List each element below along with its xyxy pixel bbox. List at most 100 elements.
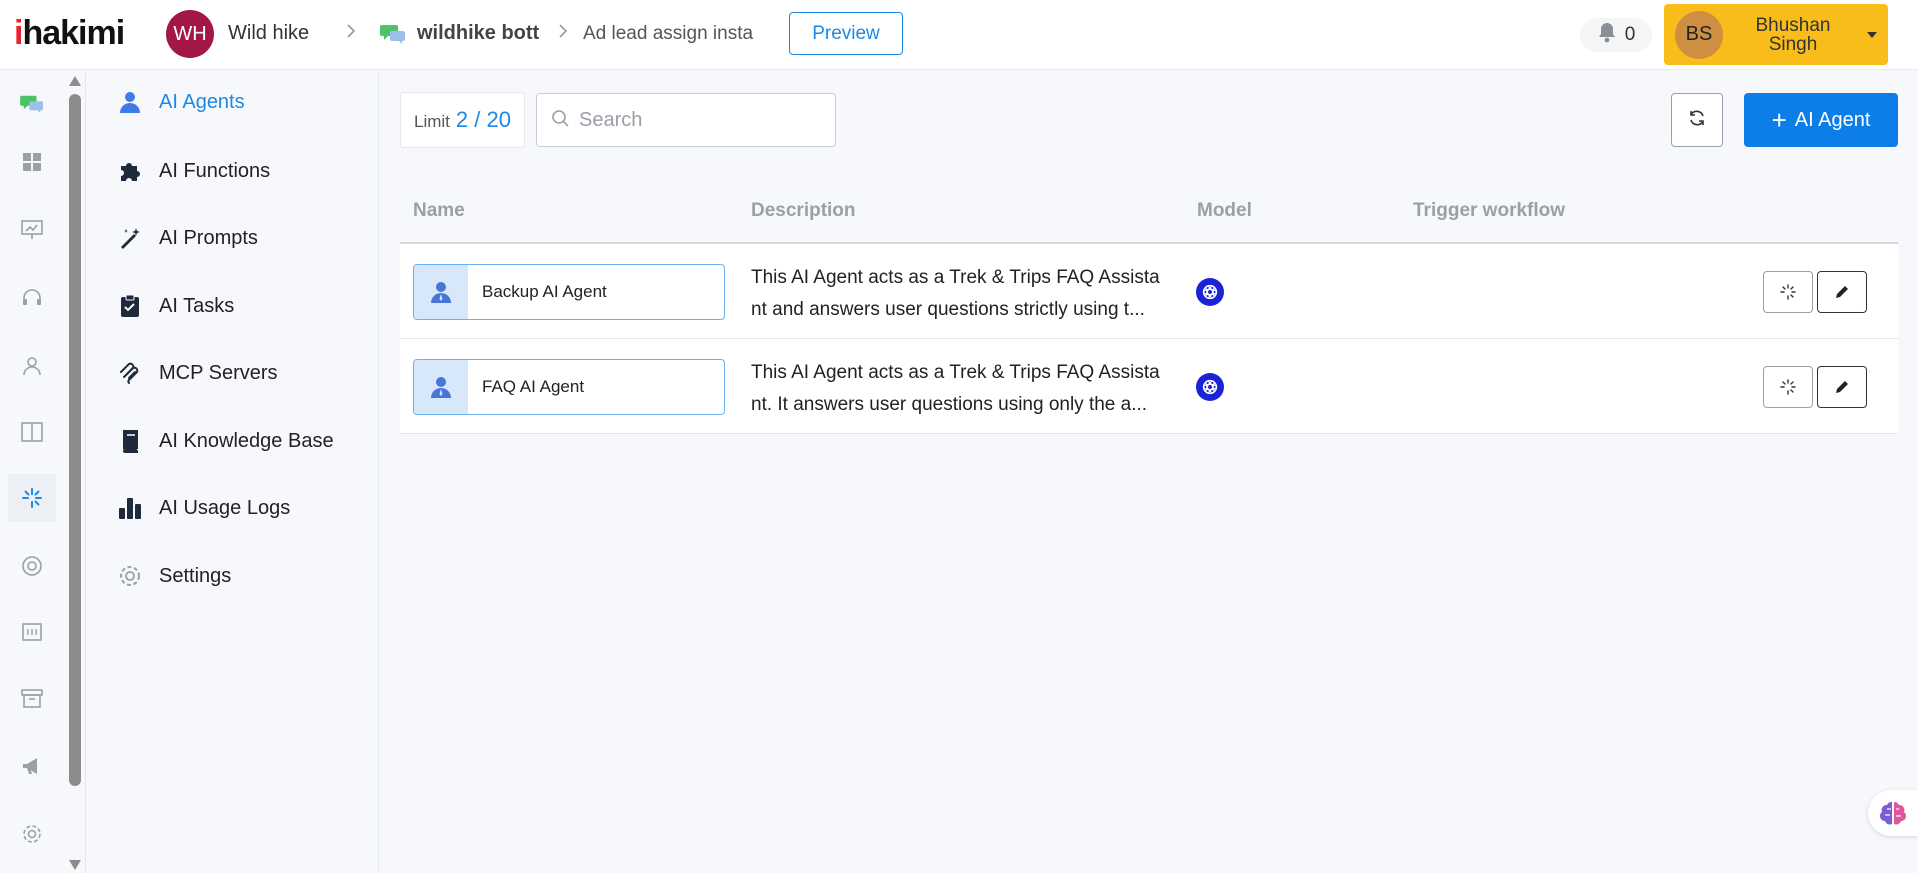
rail-scrollbar[interactable]	[64, 70, 86, 873]
clipboard-icon	[117, 293, 143, 319]
bar-chart-icon	[117, 495, 143, 521]
refresh-button[interactable]	[1671, 93, 1723, 147]
pencil-icon	[1836, 286, 1848, 298]
loader-icon	[1780, 284, 1796, 300]
user-menu[interactable]: BS Bhushan Singh	[1664, 4, 1888, 65]
form-icon[interactable]	[8, 608, 56, 656]
logo-text: hakimi	[22, 14, 125, 52]
add-ai-agent-button[interactable]: + AI Agent	[1744, 93, 1898, 147]
headset-icon[interactable]	[8, 274, 56, 322]
agent-avatar-icon	[414, 265, 468, 319]
subnav-item-ai-agents[interactable]: AI Agents	[117, 87, 245, 117]
limit-label: Limit	[414, 111, 450, 131]
search-input[interactable]	[579, 108, 819, 132]
subnav-item-ai-knowledge-base[interactable]: AI Knowledge Base	[117, 426, 334, 456]
search-box[interactable]	[536, 93, 836, 147]
table-row: FAQ AI Agent This AI Agent acts as a Tre…	[400, 339, 1898, 434]
preview-button[interactable]: Preview	[789, 12, 903, 55]
agent-name-chip[interactable]: FAQ AI Agent	[413, 359, 725, 415]
chat-bubbles-icon[interactable]	[8, 80, 56, 128]
columns-icon[interactable]	[8, 408, 56, 456]
agents-table: Name Description Model Trigger workflow …	[400, 178, 1898, 434]
subnav-label: Settings	[159, 564, 232, 587]
agent-name-chip[interactable]: Backup AI Agent	[413, 264, 725, 320]
puzzle-icon	[117, 158, 143, 184]
limit-value: 2 / 20	[455, 107, 511, 132]
lifebuoy-icon[interactable]	[8, 542, 56, 590]
openai-icon	[1196, 278, 1224, 306]
icon-rail	[0, 70, 64, 873]
agent-description: This AI Agent acts as a Trek & Trips FAQ…	[751, 262, 1161, 326]
logo[interactable]: ihakimi	[14, 14, 125, 53]
scroll-down-arrow-icon[interactable]	[69, 860, 81, 870]
gear-icon	[117, 563, 143, 589]
flow-name[interactable]: Ad lead assign insta	[583, 23, 753, 45]
presentation-icon[interactable]	[8, 206, 56, 254]
contacts-icon[interactable]	[8, 342, 56, 390]
settings-icon[interactable]	[8, 810, 56, 858]
agent-limit-badge: Limit 2 / 20	[400, 92, 525, 148]
add-ai-agent-label: AI Agent	[1794, 108, 1871, 131]
plus-icon: +	[1771, 105, 1787, 135]
subnav-label: AI Knowledge Base	[159, 429, 334, 452]
bot-name[interactable]: wildhike bott	[417, 22, 539, 45]
notification-count: 0	[1624, 24, 1636, 45]
breadcrumb-chevron-icon	[557, 22, 569, 45]
mcp-icon	[117, 360, 143, 386]
column-header-description[interactable]: Description	[751, 200, 856, 222]
top-header: ihakimi WH Wild hike wildhike bott Ad le…	[0, 0, 1918, 70]
subnav-label: AI Prompts	[159, 226, 258, 249]
breadcrumb-chevron-icon	[345, 22, 357, 45]
openai-icon	[1196, 373, 1224, 401]
subnav-item-ai-usage-logs[interactable]: AI Usage Logs	[117, 493, 290, 523]
table-row: Backup AI Agent This AI Agent acts as a …	[400, 244, 1898, 339]
subnav-label: MCP Servers	[159, 361, 278, 384]
agent-icon	[117, 89, 143, 115]
archive-icon[interactable]	[8, 674, 56, 722]
column-header-name[interactable]: Name	[413, 200, 465, 222]
agent-name: Backup AI Agent	[482, 282, 607, 301]
refresh-icon	[1688, 109, 1706, 132]
pencil-icon	[1836, 381, 1848, 393]
agent-status-button[interactable]	[1763, 366, 1813, 408]
subnav-item-settings[interactable]: Settings	[117, 561, 231, 591]
notifications-button[interactable]: 0	[1580, 18, 1652, 52]
caret-down-icon	[1867, 31, 1877, 38]
agent-status-button[interactable]	[1763, 271, 1813, 313]
column-header-trigger-workflow[interactable]: Trigger workflow	[1413, 200, 1565, 222]
edit-agent-button[interactable]	[1817, 366, 1867, 408]
subnav-label: AI Usage Logs	[159, 496, 291, 519]
subnav-item-ai-functions[interactable]: AI Functions	[117, 156, 270, 186]
edit-agent-button[interactable]	[1817, 271, 1867, 313]
agent-name: FAQ AI Agent	[482, 377, 585, 396]
description-line: This AI Agent acts as a Trek & Trips FAQ…	[751, 267, 1160, 288]
description-line: This AI Agent acts as a Trek & Trips FAQ…	[751, 362, 1160, 383]
agent-avatar-icon	[414, 360, 468, 414]
subnav-item-ai-tasks[interactable]: AI Tasks	[117, 291, 234, 321]
search-icon	[551, 109, 569, 132]
ai-sidebar: AI Agents AI Functions AI Prompts AI Tas…	[87, 70, 379, 873]
subnav-label: AI Agents	[159, 90, 245, 113]
book-icon	[117, 428, 143, 454]
loader-icon	[1780, 379, 1796, 395]
description-line: nt and answers user questions strictly u…	[751, 299, 1145, 320]
subnav-item-mcp-servers[interactable]: MCP Servers	[117, 358, 278, 388]
table-header: Name Description Model Trigger workflow	[400, 178, 1898, 244]
workspace-name[interactable]: Wild hike	[228, 22, 309, 45]
agent-description: This AI Agent acts as a Trek & Trips FAQ…	[751, 357, 1161, 421]
workspace-avatar[interactable]: WH	[166, 10, 214, 58]
column-header-model[interactable]: Model	[1197, 200, 1252, 222]
ai-sparkle-icon[interactable]	[8, 474, 56, 522]
bell-icon	[1597, 21, 1617, 49]
description-line: nt. It answers user questions using only…	[751, 394, 1148, 415]
ai-assistant-brain-icon[interactable]	[1868, 790, 1918, 836]
scrollbar-thumb[interactable]	[69, 94, 81, 786]
main-content: Limit 2 / 20 + AI Agent Name Description…	[380, 70, 1918, 873]
subnav-item-ai-prompts[interactable]: AI Prompts	[117, 223, 258, 253]
scroll-up-arrow-icon[interactable]	[69, 76, 81, 86]
subnav-label: AI Functions	[159, 159, 271, 182]
bot-chat-icon	[380, 22, 406, 46]
dashboard-icon[interactable]	[8, 138, 56, 186]
megaphone-icon[interactable]	[8, 742, 56, 790]
user-name: Bhushan Singh	[1755, 14, 1831, 55]
